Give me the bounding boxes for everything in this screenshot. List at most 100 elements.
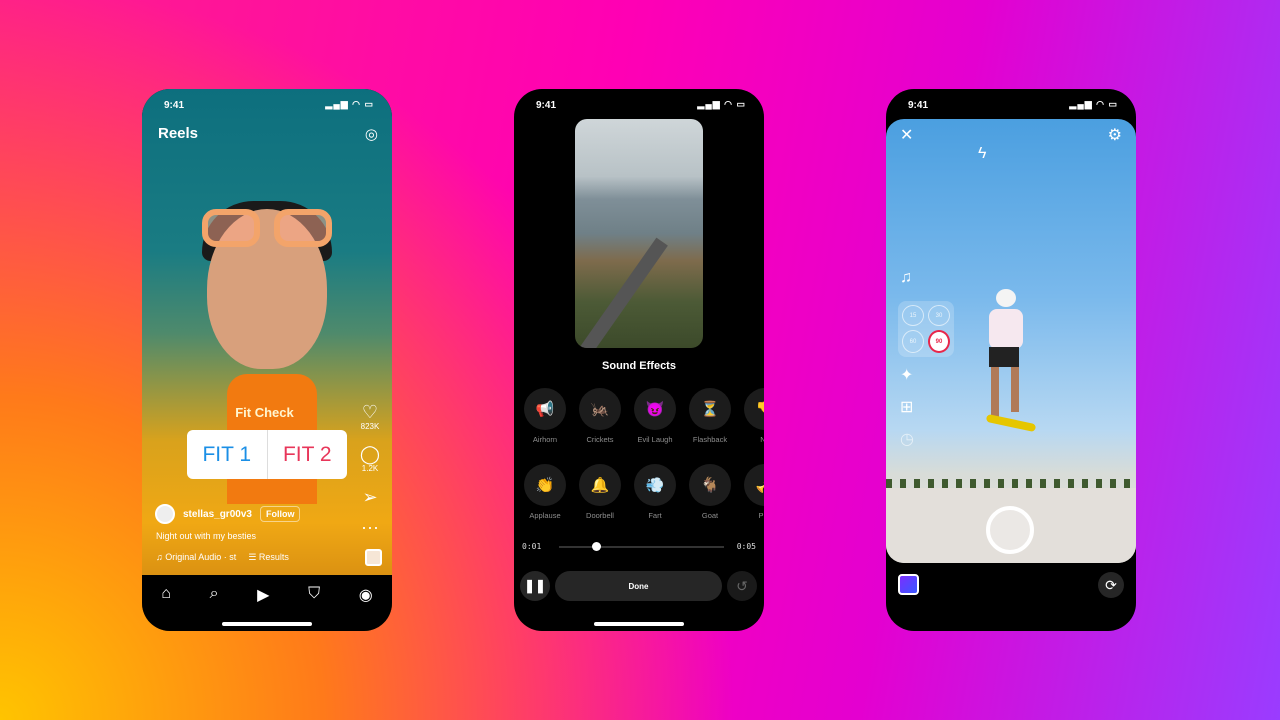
sound-effect-airhorn[interactable]: 📢 Airhorn [517, 388, 573, 444]
sound-effect-label: Flashback [692, 435, 728, 444]
results-label: Results [258, 552, 289, 562]
more-icon: ··· [361, 517, 379, 537]
reel-author: stellas_gr00v3 Follow [155, 504, 301, 524]
sound-effect-evil-laugh[interactable]: 😈 Evil Laugh [627, 388, 683, 444]
status-bar: 9:41 ▂▄▆ ◠ ▭ [886, 89, 1136, 119]
page-title: Reels [158, 125, 199, 142]
poll-option-2[interactable]: FIT 2 [268, 430, 348, 479]
sound-effect-label: Evil Laugh [637, 435, 673, 444]
status-icons: ▂▄▆ ◠ ▭ [325, 99, 374, 109]
settings-icon[interactable]: ⚙ [1108, 125, 1122, 145]
sound-effects-phone: 9:41 ▂▄▆ ◠ ▭ Sound Effects 📢 Airhorn 🦗 Crick… [514, 89, 764, 631]
flash-off-icon[interactable]: ϟ [978, 145, 986, 163]
sound-effect-icon: 😈 [634, 388, 676, 430]
send-icon: ➢ [362, 487, 378, 507]
share-button[interactable]: ➢ [358, 487, 382, 507]
duration-60[interactable]: 60 [902, 330, 924, 353]
poll-option-1[interactable]: FIT 1 [187, 430, 268, 479]
comment-icon: ◯ [359, 444, 381, 464]
flip-camera-icon: ⟳ [1105, 576, 1117, 593]
timer-icon[interactable]: ◷ [900, 429, 914, 449]
sound-effect-label: Doorbell [586, 511, 614, 520]
audio-thumbnail[interactable] [365, 549, 382, 566]
sound-effect-no[interactable]: 👎 No [737, 388, 764, 444]
poll-sticker: FIT 1 FIT 2 [187, 430, 347, 479]
avatar[interactable] [155, 504, 175, 524]
video-preview [575, 119, 703, 348]
poll-title: Fit Check [235, 405, 294, 420]
status-time: 9:41 [164, 100, 185, 111]
results-icon: ☰ [248, 552, 259, 562]
sound-effect-plot[interactable]: 🎺 Plot [737, 464, 764, 520]
camera-viewfinder[interactable]: ✕ ϟ ⚙ ♫ 15 30 60 90 ✦ ⊞ ◷ [886, 119, 1136, 563]
music-icon: ♫ [156, 552, 166, 562]
sound-effect-label: Crickets [586, 435, 614, 444]
caption: Night out with my besties [156, 531, 257, 541]
current-time: 0:01 [522, 542, 542, 551]
sound-effect-label: Goat [701, 511, 719, 520]
audio-label: Original Audio · st [165, 552, 237, 562]
sound-effect-icon: 🦗 [579, 388, 621, 430]
status-icons: ▂▄▆ ◠ ▭ [697, 99, 746, 109]
sound-effect-icon: 🎺 [744, 464, 764, 506]
sound-effect-icon: 💨 [634, 464, 676, 506]
heart-icon: ♡ [361, 402, 379, 422]
profile-icon[interactable]: ◉ [359, 585, 373, 631]
scrubber-track[interactable] [559, 546, 724, 548]
pause-button[interactable]: ❚❚ [520, 571, 550, 601]
duration-picker: 15 30 60 90 [898, 301, 954, 357]
sound-effect-icon: ⏳ [689, 388, 731, 430]
sound-effect-fart[interactable]: 💨 Fart [627, 464, 683, 520]
audio-link[interactable]: ♫ Original Audio · st [156, 552, 236, 563]
username[interactable]: stellas_gr00v3 [183, 509, 252, 520]
status-bar: 9:41 ▂▄▆ ◠ ▭ [514, 89, 764, 119]
comment-count: 1.2K [361, 464, 379, 473]
like-count: 823K [360, 422, 380, 431]
sound-effect-label: Plot [758, 511, 764, 520]
section-title: Sound Effects [602, 360, 676, 372]
duration-30[interactable]: 30 [928, 305, 950, 326]
sound-effect-doorbell[interactable]: 🔔 Doorbell [572, 464, 628, 520]
camera-phone: 9:41 ▂▄▆ ◠ ▭ ✕ ϟ ⚙ ♫ 15 30 60 90 ✦ ⊞ ◷ ⟳ [886, 89, 1136, 631]
sound-effect-icon: 👎 [744, 388, 764, 430]
camera-icon[interactable]: ◎ [365, 125, 378, 143]
comment-button[interactable]: ◯ 1.2K [358, 444, 382, 473]
duration-15[interactable]: 15 [902, 305, 924, 326]
pause-icon: ❚❚ [524, 578, 546, 593]
sound-effect-icon: 👏 [524, 464, 566, 506]
done-button[interactable]: Done [555, 571, 722, 601]
reels-phone: 9:41 ▂▄▆ ◠ ▭ Reels ◎ Fit Check FIT 1 FIT … [142, 89, 392, 631]
sound-effect-flashback[interactable]: ⏳ Flashback [682, 388, 738, 444]
home-icon[interactable]: ⌂ [161, 585, 171, 631]
gallery-button[interactable] [898, 574, 919, 595]
undo-button[interactable]: ↺ [727, 571, 757, 601]
duration-90[interactable]: 90 [928, 330, 950, 353]
results-link[interactable]: ☰ Results [248, 552, 289, 563]
sound-effect-label: Airhorn [532, 435, 558, 444]
flip-camera-button[interactable]: ⟳ [1098, 572, 1124, 598]
road [576, 237, 668, 348]
like-button[interactable]: ♡ 823K [358, 402, 382, 431]
scrubber-handle[interactable] [592, 542, 601, 551]
sound-effect-crickets[interactable]: 🦗 Crickets [572, 388, 628, 444]
shutter-button[interactable] [986, 506, 1034, 554]
sound-effect-applause[interactable]: 👏 Applause [517, 464, 573, 520]
music-icon[interactable]: ♫ [900, 269, 912, 287]
sound-effect-icon: 🔔 [579, 464, 621, 506]
reel-video[interactable] [142, 89, 392, 631]
status-bar: 9:41 ▂▄▆ ◠ ▭ [142, 89, 392, 119]
total-time: 0:05 [736, 542, 756, 551]
more-button[interactable]: ··· [358, 517, 382, 537]
status-time: 9:41 [536, 100, 557, 111]
sound-effect-goat[interactable]: 🐐 Goat [682, 464, 738, 520]
sound-effect-label: No [760, 435, 764, 444]
search-icon[interactable]: ⌕ [210, 585, 219, 631]
sound-effect-label: Fart [648, 511, 662, 520]
layout-icon[interactable]: ⊞ [900, 397, 913, 417]
effects-sparkle-icon[interactable]: ✦ [900, 365, 913, 385]
home-indicator [594, 622, 684, 626]
close-icon[interactable]: ✕ [900, 125, 913, 145]
undo-icon: ↺ [736, 577, 748, 594]
follow-button[interactable]: Follow [259, 506, 301, 522]
audio-row: ♫ Original Audio · st ☰ Results [156, 552, 289, 563]
